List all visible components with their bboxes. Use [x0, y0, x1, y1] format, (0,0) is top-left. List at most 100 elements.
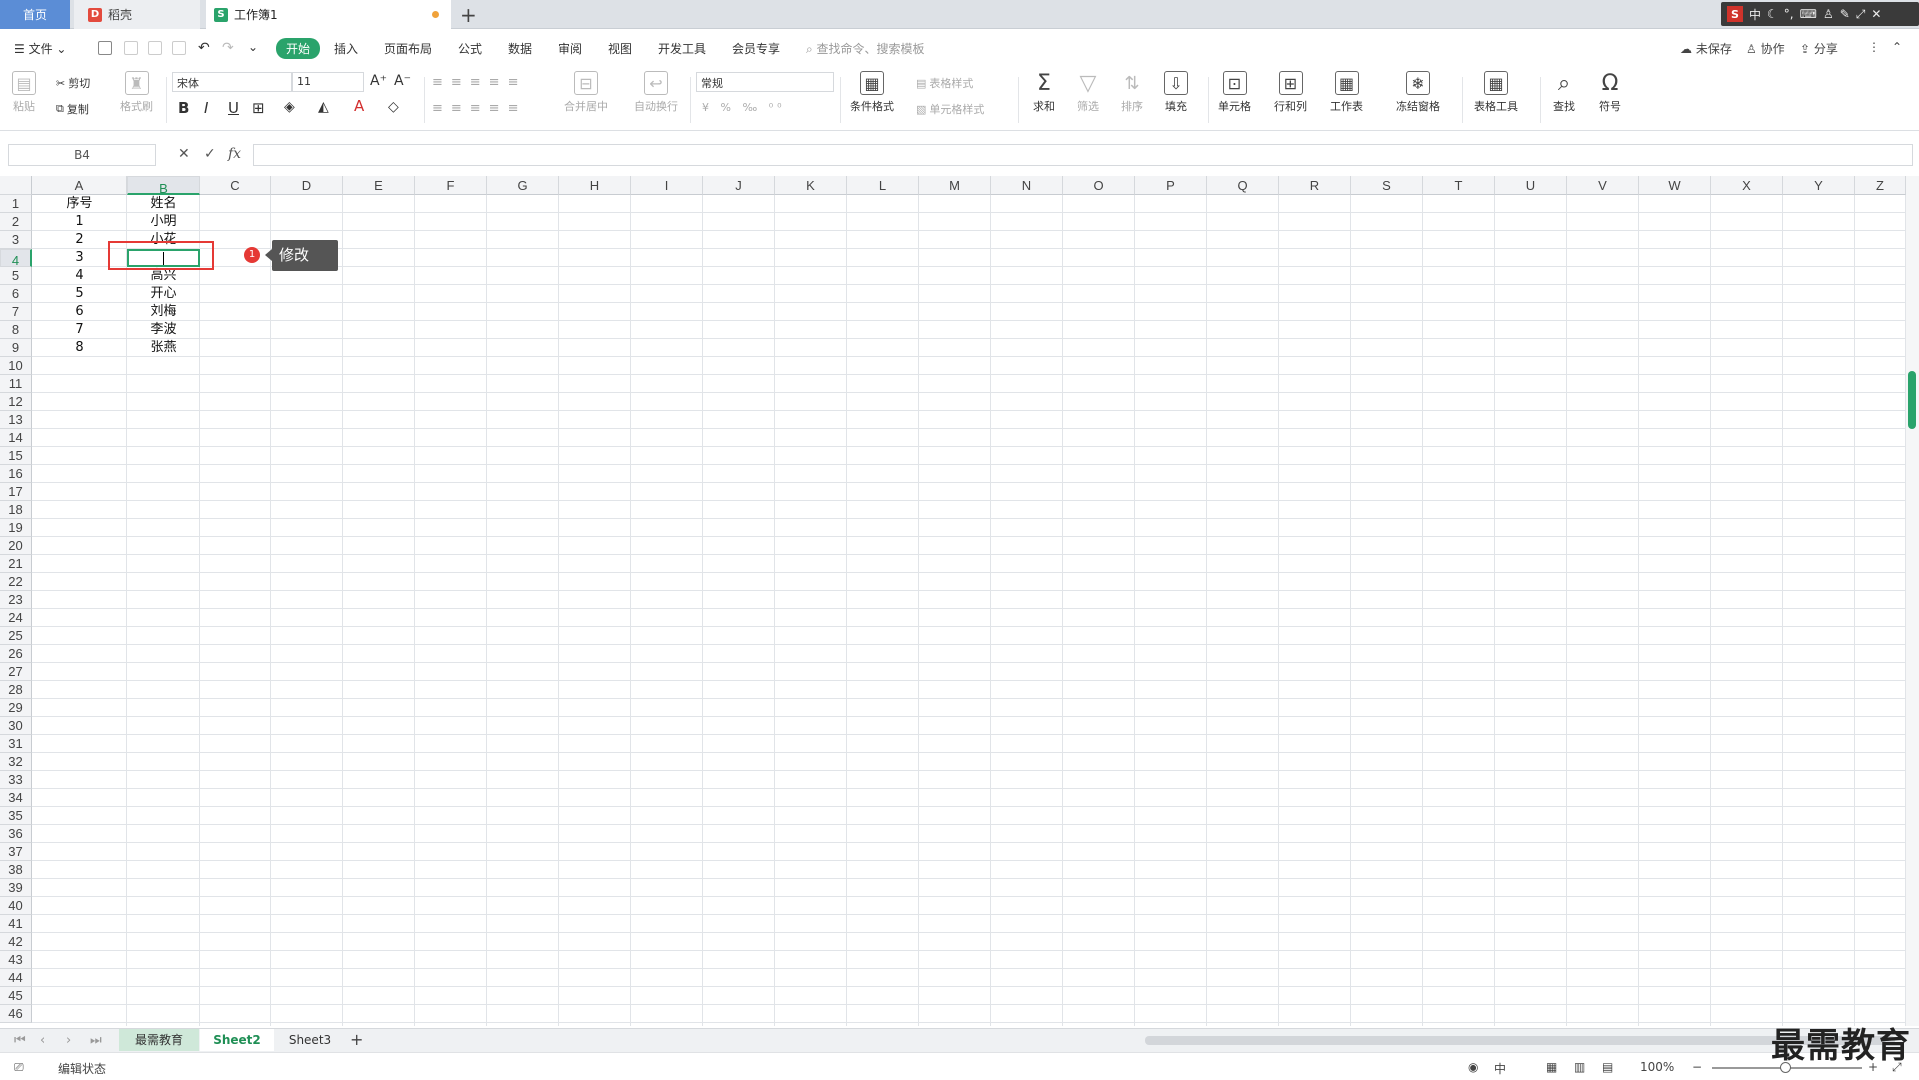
customize-icon[interactable]: ⌄: [248, 40, 258, 54]
row-header-31[interactable]: 31: [0, 735, 32, 753]
font-family-select[interactable]: 宋体: [172, 72, 292, 92]
zoom-out-icon[interactable]: −: [1692, 1060, 1702, 1074]
column-header-z[interactable]: Z: [1855, 176, 1906, 195]
row-header-17[interactable]: 17: [0, 483, 32, 501]
vertical-scroll-thumb[interactable]: [1908, 371, 1916, 429]
next-sheet-icon[interactable]: ›: [66, 1033, 71, 1048]
sheet-tab-1[interactable]: 最需教育: [119, 1029, 199, 1051]
worksheet-grid[interactable]: A B C D E F G H I J K L M N O P Q R S T U V W X Y Z 1 2 3 4 5 6 7 8 9 10 11 1…: [0, 176, 1906, 1026]
row-header-18[interactable]: 18: [0, 501, 32, 519]
copy-button[interactable]: ⧉ 复制: [56, 101, 89, 117]
row-header-5[interactable]: 5: [0, 267, 32, 285]
fill-color-icon[interactable]: ◈: [284, 99, 295, 115]
row-header-35[interactable]: 35: [0, 807, 32, 825]
row-header-7[interactable]: 7: [0, 303, 32, 321]
punctuation-icon[interactable]: °,: [1784, 7, 1794, 21]
table-tools-button[interactable]: ▦ 表格工具: [1474, 71, 1518, 114]
column-header-w[interactable]: W: [1639, 176, 1711, 195]
menu-insert[interactable]: 插入: [334, 40, 358, 57]
expand-icon[interactable]: ⤢: [1856, 7, 1866, 22]
column-header-l[interactable]: L: [847, 176, 919, 195]
sheet-tab-3[interactable]: Sheet3: [276, 1029, 344, 1051]
column-header-u[interactable]: U: [1495, 176, 1567, 195]
row-header-36[interactable]: 36: [0, 825, 32, 843]
eye-protect-icon[interactable]: ◉: [1468, 1060, 1478, 1074]
keyboard-icon[interactable]: ⌨: [1800, 7, 1817, 21]
italic-icon[interactable]: I: [204, 99, 208, 117]
new-tab-button[interactable]: +: [460, 3, 477, 27]
column-header-i[interactable]: I: [631, 176, 703, 195]
zoom-slider[interactable]: [1712, 1062, 1862, 1073]
user-icon[interactable]: ♙: [1823, 7, 1834, 21]
save-icon[interactable]: [98, 41, 112, 55]
unsaved-button[interactable]: ☁ 未保存: [1680, 40, 1732, 57]
cell-b7[interactable]: 刘梅: [127, 303, 200, 321]
column-header-b[interactable]: B: [127, 176, 200, 196]
row-header-20[interactable]: 20: [0, 537, 32, 555]
vertical-scrollbar[interactable]: [1906, 176, 1919, 1026]
cell-a8[interactable]: 7: [32, 321, 127, 339]
ime-status-icon[interactable]: 中: [1494, 1060, 1506, 1077]
collab-button[interactable]: ♙ 协作: [1746, 40, 1785, 57]
tab-home[interactable]: 首页: [0, 0, 70, 29]
symbol-button[interactable]: Ω 符号: [1598, 71, 1622, 114]
column-header-a[interactable]: A: [32, 176, 127, 195]
name-box[interactable]: B4: [8, 144, 156, 166]
conditional-format-button[interactable]: ▦ 条件格式: [850, 71, 894, 114]
column-header-c[interactable]: C: [200, 176, 271, 195]
row-header-42[interactable]: 42: [0, 933, 32, 951]
fx-icon[interactable]: fx: [228, 146, 241, 162]
cell-a6[interactable]: 5: [32, 285, 127, 303]
cell-button[interactable]: ⊡ 单元格: [1218, 71, 1251, 114]
row-header-39[interactable]: 39: [0, 879, 32, 897]
number-format-icons[interactable]: ¥ % ‰ ⁰⁰: [702, 101, 786, 114]
align-horizontal-icons[interactable]: ≡≡≡≡≡: [432, 101, 526, 116]
table-style-button[interactable]: ▤ 表格样式: [916, 75, 973, 91]
cell-a2[interactable]: 1: [32, 213, 127, 231]
page-layout-view-icon[interactable]: ▥: [1574, 1060, 1585, 1074]
paste-button[interactable]: ▤ 粘贴: [12, 71, 36, 114]
grow-font-icon[interactable]: A⁺: [370, 73, 387, 89]
tab-docer[interactable]: D 稻壳: [74, 0, 200, 29]
last-sheet-icon[interactable]: ⏭: [90, 1033, 102, 1048]
row-header-25[interactable]: 25: [0, 627, 32, 645]
tab-workbook[interactable]: S 工作簿1: [206, 0, 451, 29]
row-header-13[interactable]: 13: [0, 411, 32, 429]
align-vertical-icons[interactable]: ≡≡≡≡≡: [432, 75, 526, 90]
export-icon[interactable]: [124, 41, 138, 55]
row-header-32[interactable]: 32: [0, 753, 32, 771]
formula-input[interactable]: [253, 144, 1913, 166]
column-header-f[interactable]: F: [415, 176, 487, 195]
font-size-select[interactable]: 11: [292, 72, 364, 92]
redo-icon[interactable]: ↷: [222, 40, 234, 56]
column-header-h[interactable]: H: [559, 176, 631, 195]
number-format-select[interactable]: 常规: [696, 72, 834, 92]
row-header-2[interactable]: 2: [0, 213, 32, 231]
cut-button[interactable]: ✂ 剪切: [56, 75, 90, 91]
row-header-4[interactable]: 4: [0, 249, 32, 268]
column-header-g[interactable]: G: [487, 176, 559, 195]
prev-sheet-icon[interactable]: ‹: [40, 1033, 45, 1048]
column-header-q[interactable]: Q: [1207, 176, 1279, 195]
menu-page-layout[interactable]: 页面布局: [384, 40, 432, 57]
row-header-21[interactable]: 21: [0, 555, 32, 573]
column-header-n[interactable]: N: [991, 176, 1063, 195]
sheet-tab-2[interactable]: Sheet2: [200, 1029, 274, 1051]
row-header-24[interactable]: 24: [0, 609, 32, 627]
format-painter-button[interactable]: ♜ 格式刷: [120, 71, 153, 114]
wrap-text-button[interactable]: ↩ 自动换行: [634, 71, 678, 114]
sum-button[interactable]: Σ 求和: [1032, 71, 1056, 114]
row-header-45[interactable]: 45: [0, 987, 32, 1005]
row-header-11[interactable]: 11: [0, 375, 32, 393]
row-header-41[interactable]: 41: [0, 915, 32, 933]
row-header-29[interactable]: 29: [0, 699, 32, 717]
moon-icon[interactable]: ☾: [1767, 7, 1778, 21]
find-button[interactable]: ⌕ 查找: [1552, 71, 1576, 114]
command-search[interactable]: ⌕ 查找命令、搜索模板: [806, 40, 925, 57]
ime-indicator[interactable]: 中: [1749, 6, 1761, 23]
menu-start[interactable]: 开始: [276, 38, 321, 59]
add-sheet-button[interactable]: +: [350, 1030, 363, 1049]
first-sheet-icon[interactable]: ⏮: [14, 1033, 26, 1048]
column-header-d[interactable]: D: [271, 176, 343, 195]
row-header-19[interactable]: 19: [0, 519, 32, 537]
